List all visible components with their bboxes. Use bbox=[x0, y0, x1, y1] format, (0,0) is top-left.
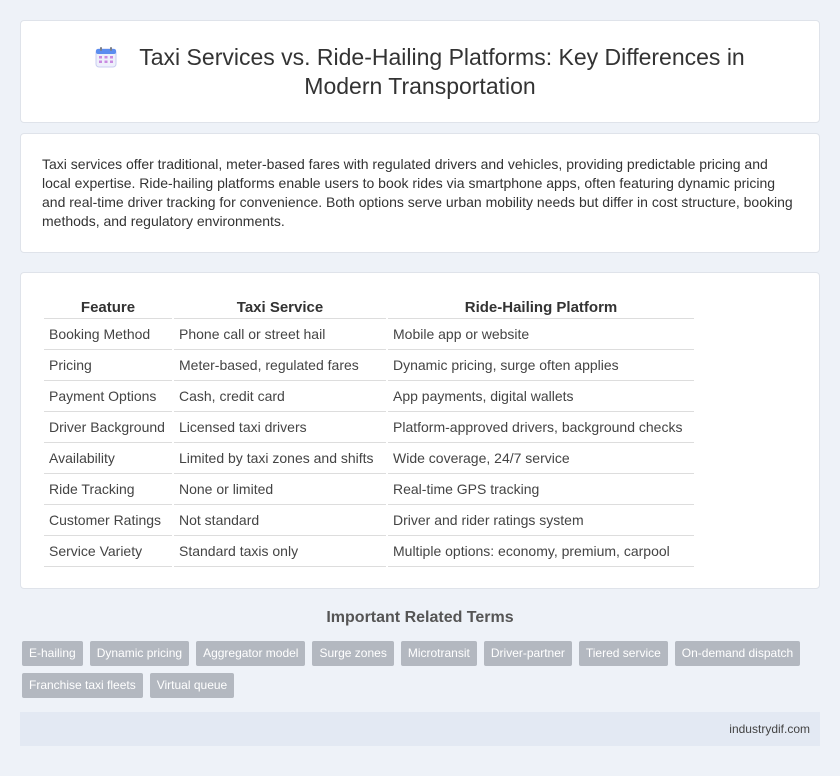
table-row: Customer Ratings Not standard Driver and… bbox=[44, 505, 694, 536]
row-taxi: Licensed taxi drivers bbox=[174, 412, 386, 443]
tag-e-hailing[interactable]: E-hailing bbox=[22, 641, 83, 666]
row-feature: Booking Method bbox=[44, 319, 172, 350]
related-terms-tags: E-hailing Dynamic pricing Aggregator mod… bbox=[22, 641, 822, 705]
footer: industrydif.com bbox=[20, 712, 820, 746]
row-ride-hailing: Driver and rider ratings system bbox=[388, 505, 694, 536]
tag-virtual-queue[interactable]: Virtual queue bbox=[149, 673, 235, 698]
table-header-row: Feature Taxi Service Ride-Hailing Platfo… bbox=[44, 297, 694, 319]
tag-tiered-service[interactable]: Tiered service bbox=[578, 641, 668, 666]
row-ride-hailing: Platform-approved drivers, background ch… bbox=[388, 412, 694, 443]
calendar-icon bbox=[95, 46, 117, 68]
row-taxi: Limited by taxi zones and shifts bbox=[174, 443, 386, 474]
comparison-table: Feature Taxi Service Ride-Hailing Platfo… bbox=[42, 297, 696, 567]
row-taxi: Not standard bbox=[174, 505, 386, 536]
row-feature: Service Variety bbox=[44, 536, 172, 567]
row-taxi: Meter-based, regulated fares bbox=[174, 350, 386, 381]
header-feature: Feature bbox=[44, 297, 172, 319]
title-card: Taxi Services vs. Ride-Hailing Platforms… bbox=[20, 20, 820, 123]
row-feature: Customer Ratings bbox=[44, 505, 172, 536]
row-taxi: Phone call or street hail bbox=[174, 319, 386, 350]
header-taxi-service: Taxi Service bbox=[174, 297, 386, 319]
row-ride-hailing: Multiple options: economy, premium, carp… bbox=[388, 536, 694, 567]
row-feature: Pricing bbox=[44, 350, 172, 381]
row-ride-hailing: App payments, digital wallets bbox=[388, 381, 694, 412]
table-row: Service Variety Standard taxis only Mult… bbox=[44, 536, 694, 567]
table-row: Driver Background Licensed taxi drivers … bbox=[44, 412, 694, 443]
row-taxi: None or limited bbox=[174, 474, 386, 505]
tag-franchise-taxi-fleets[interactable]: Franchise taxi fleets bbox=[22, 673, 143, 698]
tag-dynamic-pricing[interactable]: Dynamic pricing bbox=[89, 641, 190, 666]
row-taxi: Standard taxis only bbox=[174, 536, 386, 567]
footer-site-link[interactable]: industrydif.com bbox=[729, 722, 810, 736]
summary-text: Taxi services offer traditional, meter-b… bbox=[42, 156, 793, 229]
related-terms-title: Important Related Terms bbox=[326, 609, 514, 626]
tag-driver-partner[interactable]: Driver-partner bbox=[483, 641, 572, 666]
row-taxi: Cash, credit card bbox=[174, 381, 386, 412]
row-feature: Driver Background bbox=[44, 412, 172, 443]
row-ride-hailing: Dynamic pricing, surge often applies bbox=[388, 350, 694, 381]
tag-on-demand-dispatch[interactable]: On-demand dispatch bbox=[674, 641, 801, 666]
row-feature: Availability bbox=[44, 443, 172, 474]
row-ride-hailing: Mobile app or website bbox=[388, 319, 694, 350]
row-feature: Payment Options bbox=[44, 381, 172, 412]
row-ride-hailing: Wide coverage, 24/7 service bbox=[388, 443, 694, 474]
table-row: Booking Method Phone call or street hail… bbox=[44, 319, 694, 350]
title-line-2: Modern Transportation bbox=[304, 72, 536, 99]
page-title: Taxi Services vs. Ride-Hailing Platforms… bbox=[95, 43, 745, 101]
table-row: Ride Tracking None or limited Real-time … bbox=[44, 474, 694, 505]
table-row: Pricing Meter-based, regulated fares Dyn… bbox=[44, 350, 694, 381]
summary-card: Taxi services offer traditional, meter-b… bbox=[20, 133, 820, 253]
header-ride-hailing: Ride-Hailing Platform bbox=[388, 297, 694, 319]
tag-aggregator-model[interactable]: Aggregator model bbox=[196, 641, 306, 666]
tag-surge-zones[interactable]: Surge zones bbox=[312, 641, 394, 666]
comparison-card: Feature Taxi Service Ride-Hailing Platfo… bbox=[20, 272, 820, 589]
row-feature: Ride Tracking bbox=[44, 474, 172, 505]
title-line-1: Taxi Services vs. Ride-Hailing Platforms… bbox=[139, 43, 745, 70]
row-ride-hailing: Real-time GPS tracking bbox=[388, 474, 694, 505]
table-row: Payment Options Cash, credit card App pa… bbox=[44, 381, 694, 412]
tag-microtransit[interactable]: Microtransit bbox=[400, 641, 477, 666]
table-row: Availability Limited by taxi zones and s… bbox=[44, 443, 694, 474]
